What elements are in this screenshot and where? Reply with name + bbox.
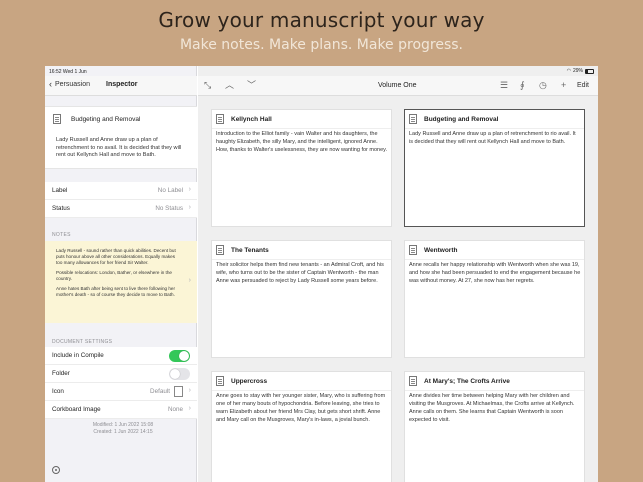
document-title: Volume One [378,82,417,89]
document-dates: Modified: 1 Jun 2022 15:08 Created: 1 Ju… [45,422,197,435]
note-paragraph: Lady Russell - sound rather than quick a… [56,248,176,265]
label-row-value: No Label [157,187,183,194]
card-synopsis: Lady Russell and Anne draw up a plan of … [409,131,576,145]
card-title: Uppercross [231,377,268,385]
document-icon [409,245,417,255]
back-button[interactable]: ‹ Persuasion [49,79,91,89]
inspector-nav-bar: ‹ Persuasion Inspector [45,76,197,96]
status-row-value: No Status [155,205,183,212]
label-row-label: Label [52,187,68,194]
back-button-label: Persuasion [55,81,91,88]
card-title: At Mary's; The Crofts Arrive [424,377,510,385]
notes-heading: NOTES [52,232,71,238]
chevron-down-icon[interactable]: ﹀ [247,80,256,90]
ipad-screen: ‹ Persuasion Inspector Budgeting and Rem… [45,66,598,482]
settings-icon[interactable] [52,466,60,474]
card-title: Wentworth [424,246,458,254]
synopsis-title[interactable]: Budgeting and Removal [71,116,140,123]
status-time: 16:52 Wed 1 Jun [49,69,87,75]
card-synopsis: Anne recalls her happy relationship with… [409,262,581,284]
chevron-right-icon: › [188,204,191,211]
promo-headline: Grow your manuscript your way [158,8,485,32]
corkboard-image-value: None [167,406,183,413]
battery-icon [585,68,594,74]
folder-toggle[interactable] [169,368,190,380]
notes-text[interactable]: Lady Russell - sound rather than quick a… [56,248,180,302]
document-icon [216,245,224,255]
include-in-compile-label: Include in Compile [52,352,104,359]
chevron-right-icon: › [188,277,191,284]
icon-row-value: Default [150,388,170,395]
index-card[interactable]: Uppercross Anne goes to stay with her yo… [211,371,392,482]
add-icon[interactable]: + [561,80,566,90]
index-card[interactable]: At Mary's; The Crofts Arrive Anne divide… [404,371,585,482]
index-card[interactable]: Kellynch Hall Introduction to the Elliot… [211,109,392,227]
corkboard-image-row[interactable]: Corkboard Image None › [45,401,197,419]
folder-row: Folder [45,365,197,383]
folder-label: Folder [52,370,70,377]
script-mode-icon[interactable]: ∮ [520,80,525,90]
synopsis-card[interactable]: Budgeting and Removal Lady Russell and A… [45,106,197,169]
card-synopsis: Introduction to the Elliot family - vain… [216,131,388,153]
status-row-label: Status [52,205,70,212]
note-paragraph: Possible relocations: London, Bather, or… [56,270,172,281]
icon-row-label: Icon [52,388,64,395]
label-row[interactable]: Label No Label › [45,182,197,200]
include-in-compile-toggle[interactable] [169,350,190,362]
collapse-arrows-icon[interactable]: ⤡ [204,80,211,90]
corkboard-view: ⤡ ︿ ﹀ Volume One ☰ ∮ ◷ + Edit Kellynch H… [198,66,598,482]
note-paragraph: Anne hates Bath after being sent to live… [56,286,176,297]
synopsis-text[interactable]: Lady Russell and Anne draw up a plan of … [56,137,191,160]
inspector-panel: ‹ Persuasion Inspector Budgeting and Rem… [45,66,197,482]
card-synopsis: Their solicitor helps them find new tena… [216,262,384,284]
chevron-up-icon[interactable]: ︿ [225,80,234,90]
status-bar: 16:52 Wed 1 Jun ◠ 29% [45,66,598,76]
status-row[interactable]: Status No Status › [45,200,197,218]
chevron-right-icon: › [188,387,191,394]
inspector-title: Inspector [106,81,138,88]
document-icon [216,376,224,386]
document-icon [409,376,417,386]
index-card-selected[interactable]: Budgeting and Removal Lady Russell and A… [404,109,585,227]
promo-subline: Make notes. Make plans. Make progress. [179,37,464,53]
index-card[interactable]: Wentworth Anne recalls her happy relatio… [404,240,585,358]
document-icon [174,386,183,397]
wifi-icon: ◠ [566,68,571,74]
card-title: Kellynch Hall [231,115,272,123]
card-synopsis: Anne goes to stay with her younger siste… [216,393,386,423]
corkboard-image-label: Corkboard Image [52,406,101,413]
include-in-compile-row: Include in Compile [45,347,197,365]
outline-view-icon[interactable]: ☰ [500,80,508,90]
document-icon [216,114,224,124]
index-card[interactable]: The Tenants Their solicitor helps them f… [211,240,392,358]
battery-percent: 29% [572,68,583,74]
created-date: Created: 1 Jun 2022 14:15 [93,428,153,435]
chevron-left-icon: ‹ [49,79,52,89]
edit-button[interactable]: Edit [577,82,589,89]
icon-row[interactable]: Icon Default › [45,383,197,401]
chevron-right-icon: › [188,405,191,412]
chevron-right-icon: › [188,186,191,193]
editor-toolbar: ⤡ ︿ ﹀ Volume One ☰ ∮ ◷ + Edit [198,76,598,96]
notes-area[interactable]: Lady Russell - sound rather than quick a… [45,241,197,323]
document-icon [53,114,61,124]
card-title: The Tenants [231,246,269,254]
card-title: Budgeting and Removal [424,115,499,123]
document-icon [409,114,417,124]
document-settings-heading: DOCUMENT SETTINGS [52,339,113,345]
history-icon[interactable]: ◷ [539,80,547,90]
card-synopsis: Anne divides her time between helping Ma… [409,393,575,423]
